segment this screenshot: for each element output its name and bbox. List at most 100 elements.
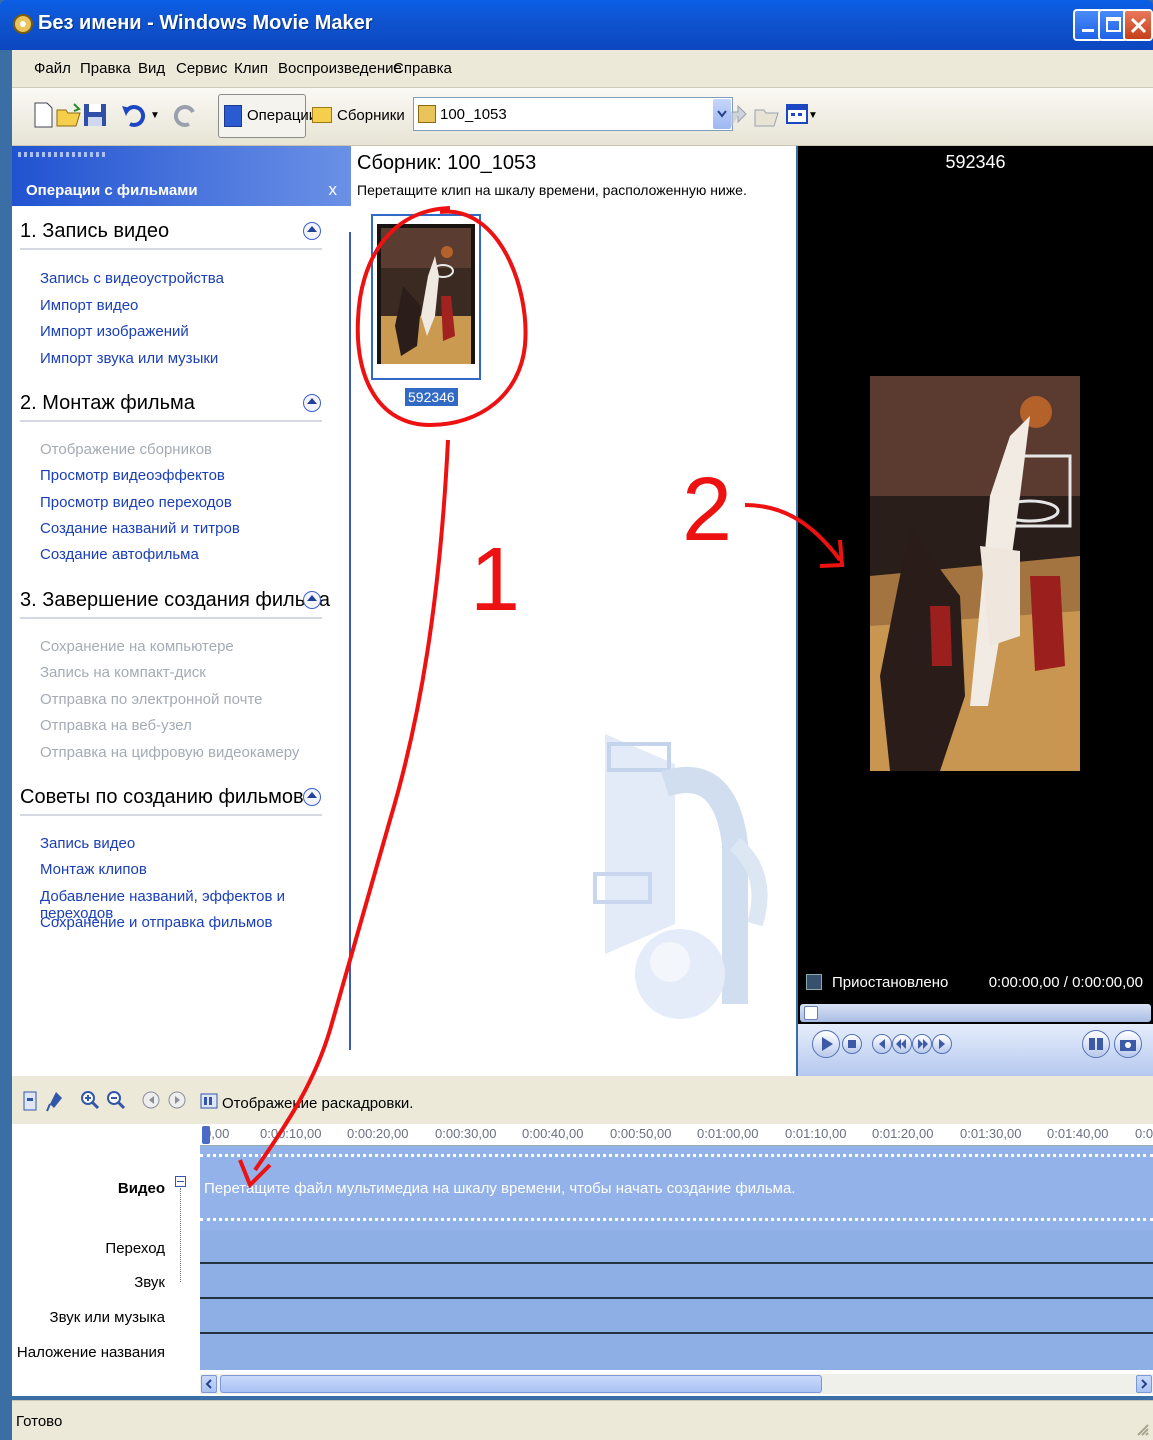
collapse-section-capture-icon[interactable] bbox=[303, 222, 321, 240]
menu-file[interactable]: Файл bbox=[34, 60, 71, 77]
save-project-icon[interactable] bbox=[80, 100, 110, 130]
task-view-video-transitions[interactable]: Просмотр видео переходов bbox=[40, 494, 232, 511]
seek-thumb[interactable] bbox=[804, 1006, 818, 1020]
previous-frame-button[interactable] bbox=[872, 1034, 892, 1054]
ruler-tick: 0:01:10,00 bbox=[785, 1126, 847, 1141]
views-dropdown-arrow-icon[interactable]: ▼ bbox=[808, 110, 818, 121]
section-edit-movie-title[interactable]: 2. Монтаж фильма bbox=[20, 392, 195, 415]
menu-bar: Файл Правка Вид Сервис Клип Воспроизведе… bbox=[12, 50, 1153, 88]
audio-track[interactable] bbox=[200, 1264, 1153, 1299]
forward-button[interactable] bbox=[912, 1034, 932, 1054]
video-track-dotted-border bbox=[200, 1218, 1153, 1221]
section-tips-title[interactable]: Советы по созданию фильмов bbox=[20, 786, 304, 809]
menu-edit[interactable]: Правка bbox=[80, 60, 131, 77]
tip-save-send-movies[interactable]: Сохранение и отправка фильмов bbox=[40, 914, 273, 931]
tip-edit-clips[interactable]: Монтаж клипов bbox=[40, 861, 147, 878]
tasks-button[interactable]: Операции bbox=[218, 94, 317, 138]
ruler-tick: 0:00:50,00 bbox=[610, 1126, 672, 1141]
task-make-titles-credits[interactable]: Создание названий и титров bbox=[40, 520, 240, 537]
task-import-audio-music[interactable]: Импорт звука или музыки bbox=[40, 350, 218, 367]
task-view-video-effects[interactable]: Просмотр видеоэффектов bbox=[40, 467, 225, 484]
narrate-timeline-icon[interactable] bbox=[46, 1090, 64, 1112]
title-bar: Без имени - Windows Movie Maker bbox=[0, 0, 1153, 50]
zoom-in-icon[interactable] bbox=[80, 1090, 100, 1110]
playhead-indicator[interactable] bbox=[202, 1126, 210, 1144]
play-button[interactable] bbox=[812, 1030, 840, 1058]
zoom-out-icon[interactable] bbox=[106, 1090, 126, 1110]
task-import-pictures[interactable]: Импорт изображений bbox=[40, 323, 189, 340]
collapse-section-edit-icon[interactable] bbox=[303, 394, 321, 412]
collections-button[interactable]: Сборники bbox=[308, 94, 405, 138]
storyboard-icon[interactable] bbox=[200, 1092, 218, 1110]
show-storyboard-button[interactable]: Отображение раскадровки. bbox=[222, 1095, 413, 1112]
section-finish-movie-title[interactable]: 3. Завершение создания фильма bbox=[20, 589, 330, 612]
collection-icon bbox=[418, 105, 436, 123]
split-clip-button[interactable] bbox=[1082, 1030, 1110, 1058]
menu-clip[interactable]: Клип bbox=[234, 60, 268, 77]
take-picture-button[interactable] bbox=[1114, 1030, 1142, 1058]
task-send-email: Отправка по электронной почте bbox=[40, 691, 263, 708]
video-track-dotted-border bbox=[200, 1154, 1153, 1157]
menu-playback[interactable]: Воспроизведение bbox=[278, 60, 402, 77]
camera-icon bbox=[1120, 1040, 1136, 1051]
minimize-icon bbox=[1082, 29, 1094, 32]
clip-thumbnail[interactable] bbox=[371, 214, 481, 380]
detach-monitor-icon[interactable] bbox=[806, 974, 822, 990]
close-button[interactable] bbox=[1123, 9, 1153, 41]
status-text: Готово bbox=[16, 1413, 63, 1430]
scroll-left-button[interactable] bbox=[201, 1375, 217, 1393]
split-icon bbox=[1089, 1038, 1103, 1050]
menu-help[interactable]: Справка bbox=[393, 60, 452, 77]
scroll-right-button[interactable] bbox=[1136, 1375, 1152, 1393]
audio-music-track[interactable] bbox=[200, 1299, 1153, 1334]
movie-maker-watermark-icon bbox=[593, 734, 768, 1019]
fast-forward-icon bbox=[918, 1039, 928, 1049]
up-one-level-icon bbox=[731, 104, 747, 126]
resize-grip-icon[interactable] bbox=[1135, 1422, 1149, 1436]
transition-track[interactable] bbox=[200, 1230, 1153, 1264]
skip-forward-icon bbox=[939, 1039, 945, 1049]
tip-capture-video[interactable]: Запись видео bbox=[40, 835, 135, 852]
tasks-panel-close-button[interactable]: x bbox=[329, 180, 338, 200]
task-send-web: Отправка на веб-узел bbox=[40, 717, 192, 734]
play-icon bbox=[822, 1037, 833, 1051]
collection-hint: Перетащите клип на шкалу времени, распол… bbox=[357, 182, 747, 198]
collections-folder-icon bbox=[312, 107, 332, 123]
video-track-label: Видео bbox=[117, 1180, 165, 1197]
seek-bar[interactable] bbox=[800, 1004, 1151, 1022]
collapse-video-track-icon[interactable] bbox=[175, 1176, 186, 1187]
tasks-button-label: Операции bbox=[247, 107, 318, 124]
section-divider bbox=[20, 248, 322, 250]
next-frame-button[interactable] bbox=[932, 1034, 952, 1054]
timeline-ruler[interactable]: 0,00 0:00:10,00 0:00:20,00 0:00:30,00 0:… bbox=[200, 1124, 1153, 1146]
drag-handle-icon[interactable] bbox=[18, 152, 108, 157]
stop-icon bbox=[848, 1040, 856, 1048]
title-overlay-track[interactable] bbox=[200, 1334, 1153, 1370]
menu-view[interactable]: Вид bbox=[138, 60, 165, 77]
ruler-tick: 0:00:30,00 bbox=[435, 1126, 497, 1141]
ruler-tick: 0:01:30,00 bbox=[960, 1126, 1022, 1141]
window-title: Без имени - Windows Movie Maker bbox=[38, 12, 373, 34]
section-capture-video-title[interactable]: 1. Запись видео bbox=[20, 220, 169, 243]
timeline-scroll-thumb[interactable] bbox=[220, 1375, 822, 1393]
menu-tools[interactable]: Сервис bbox=[176, 60, 227, 77]
task-import-video[interactable]: Импорт видео bbox=[40, 297, 138, 314]
task-make-automovie[interactable]: Создание автофильма bbox=[40, 546, 199, 563]
ruler-tick: 0:01:40,00 bbox=[1047, 1126, 1109, 1141]
stop-button[interactable] bbox=[842, 1034, 862, 1054]
tasks-panel-title: Операции с фильмами bbox=[26, 182, 198, 199]
clip-label[interactable]: 592346 bbox=[405, 388, 458, 406]
undo-dropdown-arrow-icon[interactable]: ▼ bbox=[150, 110, 160, 121]
collapse-section-finish-icon[interactable] bbox=[303, 591, 321, 609]
timeline-toolbar: Отображение раскадровки. bbox=[12, 1076, 1153, 1124]
rewind-icon bbox=[896, 1039, 906, 1049]
ruler-tick: 0:01:20,00 bbox=[872, 1126, 934, 1141]
collection-dropdown[interactable]: 100_1053 bbox=[413, 97, 733, 131]
task-capture-from-device[interactable]: Запись с видеоустройства bbox=[40, 270, 224, 287]
timeline-scrollbar[interactable] bbox=[200, 1374, 1153, 1394]
collapse-section-tips-icon[interactable] bbox=[303, 788, 321, 806]
rewind-button[interactable] bbox=[892, 1034, 912, 1054]
maximize-icon bbox=[1106, 17, 1121, 32]
set-audio-levels-icon[interactable] bbox=[22, 1090, 38, 1112]
undo-icon[interactable] bbox=[120, 100, 150, 130]
